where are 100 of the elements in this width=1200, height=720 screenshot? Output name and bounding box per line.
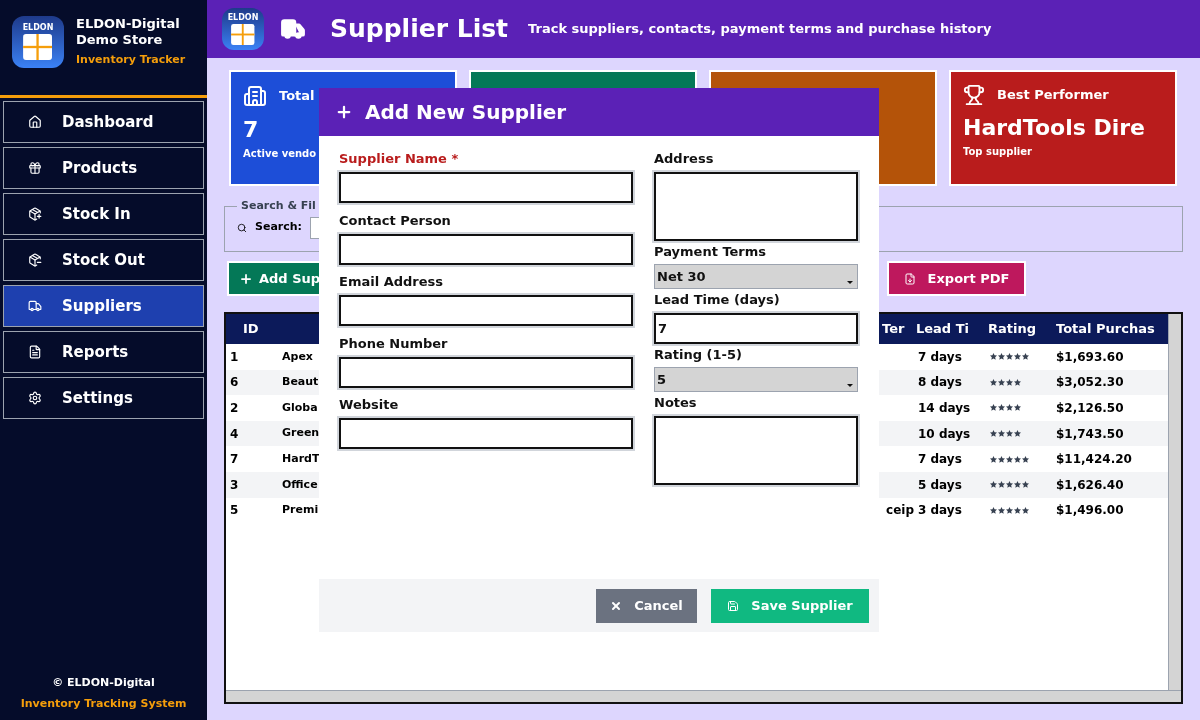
- dropdown[interactable]: 5: [654, 367, 858, 392]
- vertical-scrollbar[interactable]: [1168, 314, 1181, 690]
- nav-item[interactable]: Reports: [3, 331, 204, 373]
- nav-item[interactable]: Settings: [3, 377, 204, 419]
- system-name: Inventory Tracking System: [20, 695, 187, 712]
- truck-icon: [280, 16, 306, 42]
- table-cell-text: $1,693.60: [1056, 348, 1124, 366]
- field-label: Address: [654, 152, 715, 166]
- field-label: Supplier Name *: [339, 152, 459, 166]
- card-value: 7: [243, 116, 259, 144]
- table-cell: Premi: [282, 502, 319, 519]
- house-icon: [28, 115, 42, 129]
- table-cell-text: 14 days: [917, 400, 972, 417]
- table-cell-text: HardT: [282, 450, 320, 467]
- export-pdf-button[interactable]: Export PDF: [887, 261, 1026, 296]
- table-cell-text: 6: [229, 374, 240, 392]
- table-cell-text: Globa: [282, 399, 318, 416]
- plus-icon: [239, 271, 253, 286]
- nav-item[interactable]: Suppliers: [3, 285, 204, 327]
- nav-item[interactable]: Stock In: [3, 193, 204, 235]
- card-label: Total: [279, 87, 315, 106]
- search-label: Search:: [255, 219, 302, 236]
- table-cell: Beaut: [282, 374, 319, 391]
- table-cell-text: $11,424.20: [1056, 451, 1132, 469]
- table-cell: Green: [282, 425, 320, 442]
- trophy-icon: [963, 84, 985, 106]
- table-cell-text: 7: [229, 451, 240, 469]
- table-cell-text: 8 days: [917, 374, 963, 392]
- settings-icon: [28, 391, 42, 405]
- logo-text: ELDON: [227, 13, 259, 22]
- table-cell-text: $2,126.50: [1056, 400, 1124, 417]
- column-header: Rating: [988, 320, 1037, 339]
- copyright-text: © ELDON-Digital: [52, 675, 155, 691]
- card-caption: Top supplier: [963, 145, 1032, 159]
- dialog-title: Add New Supplier: [365, 99, 567, 126]
- table-cell-text: 7 days: [917, 451, 963, 469]
- column-header: Lead Ti: [916, 320, 971, 339]
- table-cell: Office: [282, 476, 318, 493]
- table-cell-text: 1: [229, 348, 240, 366]
- card-caption: Active vendo: [243, 147, 317, 161]
- table-cell-text: $1,496.00: [1056, 502, 1124, 520]
- table-cell-text: 5: [229, 502, 240, 520]
- table-cell-text: ceip: [886, 502, 914, 520]
- table-cell-text: 4: [229, 425, 240, 443]
- store-name: Demo Store: [76, 32, 164, 48]
- cancel-button[interactable]: Cancel: [596, 588, 697, 623]
- card-value: HardTools Dire: [963, 114, 1146, 142]
- table-cell-text: 3 days: [917, 502, 963, 520]
- field-label: Phone Number: [339, 336, 448, 351]
- gift-icon: [28, 161, 42, 175]
- card-label: Best Performer: [997, 86, 1109, 105]
- input-field[interactable]: [339, 418, 633, 449]
- input-field[interactable]: [339, 233, 633, 265]
- input-field[interactable]: [339, 172, 633, 203]
- text-area[interactable]: [654, 172, 858, 241]
- search-icon: [237, 222, 247, 233]
- table-cell-text: 7 days: [917, 348, 963, 366]
- nav-item[interactable]: Products: [3, 147, 204, 189]
- document-icon: [28, 345, 42, 359]
- column-header: Ter: [882, 320, 906, 339]
- table-cell-text: $1,626.40: [1056, 476, 1124, 494]
- page-subtitle: Track suppliers, contacts, payment terms and purchase history: [528, 20, 992, 39]
- box-minus-icon: [28, 253, 42, 267]
- nav-item[interactable]: Stock Out: [3, 239, 204, 281]
- field-label: Lead Time (days): [654, 293, 781, 307]
- field-label: Notes: [654, 396, 698, 410]
- brand-name: ELDON-Digital: [76, 16, 181, 32]
- field-label: Payment Terms: [654, 245, 768, 259]
- field-label: Contact Person: [339, 213, 451, 228]
- text-area[interactable]: [654, 416, 858, 485]
- table-cell-text: 3: [229, 476, 240, 494]
- logo-text: ELDON: [22, 24, 54, 32]
- building-icon: [243, 84, 267, 108]
- input-field[interactable]: 7: [654, 313, 858, 344]
- document-icon: [903, 272, 916, 285]
- page-title: Supplier List: [330, 13, 509, 46]
- truck-icon: [28, 299, 42, 313]
- brand-subtitle: Inventory Tracker: [76, 52, 186, 68]
- column-header: Total Purchas: [1056, 320, 1155, 339]
- close-icon: [610, 599, 623, 612]
- grid-icon: [23, 34, 53, 60]
- table-cell-text: $1,743.50: [1056, 425, 1124, 443]
- table-cell-text: 2: [229, 400, 240, 417]
- input-field[interactable]: [339, 295, 633, 326]
- panel-legend: Search & Fil: [237, 198, 320, 215]
- table-cell-text: $3,052.30: [1056, 374, 1124, 392]
- table-cell-text: 10 days: [917, 425, 972, 443]
- box-plus-icon: [28, 207, 42, 221]
- field-label: Rating (1-5): [654, 348, 743, 362]
- save-icon: [727, 599, 740, 612]
- table-cell-text: 5 days: [917, 476, 963, 494]
- horizontal-scrollbar[interactable]: [226, 690, 1181, 702]
- plus-icon: [335, 103, 353, 121]
- table-cell-text: Apex: [282, 348, 313, 365]
- field-label: Website: [339, 398, 399, 412]
- nav-item[interactable]: Dashboard: [3, 101, 204, 143]
- input-field[interactable]: [339, 356, 633, 388]
- grid-icon: [231, 23, 255, 45]
- column-header: ID: [242, 320, 260, 339]
- dropdown[interactable]: Net 30: [654, 264, 858, 289]
